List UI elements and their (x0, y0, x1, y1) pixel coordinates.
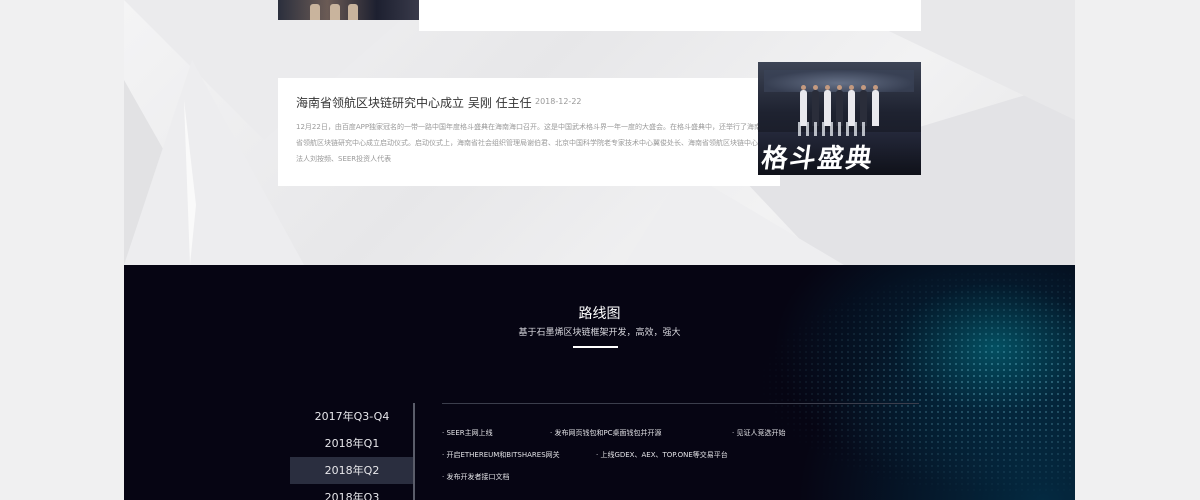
period-item[interactable]: 2018年Q1 (290, 430, 414, 457)
period-item-active[interactable]: 2018年Q2 (290, 457, 414, 484)
photo-person (800, 85, 807, 126)
period-item[interactable]: 2017年Q3-Q4 (290, 403, 414, 430)
milestone-item: · 见证人竞选开始 (732, 429, 786, 437)
photo-person (824, 85, 831, 126)
milestone-item: · SEER主网上线 (442, 429, 493, 437)
roadmap-section: 路线图 基于石墨烯区块链框架开发，高效，强大 2017年Q3-Q4 2018年Q… (124, 265, 1075, 500)
photo-person (812, 85, 819, 126)
previous-news-card[interactable] (419, 0, 921, 31)
news-date: 2018-12-22 (535, 97, 582, 106)
news-photo[interactable]: 格斗盛典 (758, 62, 921, 175)
photo-podium (798, 122, 868, 136)
photo-banner-text: 格斗盛典 (759, 144, 876, 174)
previous-news-thumbnail[interactable] (278, 0, 419, 20)
photo-person (872, 85, 879, 126)
thumbnail-figure (348, 4, 358, 20)
thumbnail-figure (330, 4, 340, 20)
roadmap-title: 路线图 (578, 306, 621, 322)
left-page-margin (0, 0, 124, 500)
photo-person (848, 85, 855, 126)
period-item[interactable]: 2018年Q3 (290, 484, 414, 500)
photo-person (836, 85, 843, 126)
milestone-rule (442, 403, 919, 404)
milestone-item: · 上线GDEX、AEX、TOP.ONE等交易平台 (596, 451, 728, 459)
title-underline (573, 346, 618, 348)
roadmap-subtitle: 基于石墨烯区块链框架开发，高效，强大 (518, 328, 681, 338)
milestone-item: · 开启ETHEREUM和BITSHARES网关 (442, 451, 560, 459)
news-title[interactable]: 海南省领航区块链研究中心成立 吴刚 任主任 (296, 94, 532, 111)
news-excerpt: 12月22日，由百度APP独家冠名的一带一路中国年度格斗盛典在海南海口召开。这是… (296, 123, 762, 163)
period-divider (413, 403, 415, 500)
photo-person (860, 85, 867, 126)
milestone-item: · 发布网页钱包和PC桌面钱包并开源 (550, 429, 662, 437)
news-card[interactable]: 海南省领航区块链研究中心成立 吴刚 任主任 2018-12-22 12月22日，… (278, 78, 780, 186)
thumbnail-figure (310, 4, 320, 20)
dot-mesh-background (755, 265, 1075, 500)
right-page-margin (1075, 0, 1200, 500)
period-list: 2017年Q3-Q4 2018年Q1 2018年Q2 2018年Q3 (290, 403, 414, 500)
milestone-item: · 发布开发者接口文档 (442, 473, 510, 481)
